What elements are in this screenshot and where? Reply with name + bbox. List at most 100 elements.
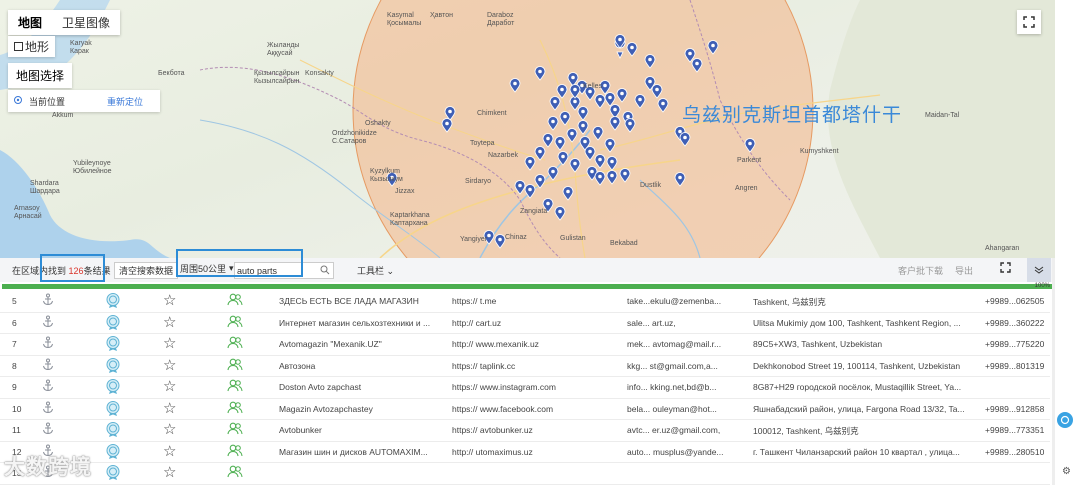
location-pin[interactable] — [619, 168, 631, 183]
relocate-link[interactable]: 重新定位 — [107, 95, 143, 108]
location-pin[interactable] — [594, 171, 606, 186]
website-link[interactable]: http:// www.mexanik.uz — [452, 339, 607, 349]
location-pin[interactable] — [609, 104, 621, 119]
company-name[interactable]: Doston Avto zapchast — [279, 382, 439, 392]
location-pin[interactable] — [691, 58, 703, 73]
anchor-icon[interactable] — [42, 336, 54, 352]
badge-icon[interactable] — [106, 293, 120, 310]
users-icon[interactable] — [227, 358, 243, 373]
location-pin[interactable] — [559, 111, 571, 126]
table-row[interactable]: 7 Avtomagazin "Mexanik.UZ" http:// www.mex… — [0, 334, 1050, 356]
table-row[interactable]: 6 Интернет магазин сельхозтехники и ... ht… — [0, 313, 1050, 334]
export-button[interactable]: 导出 — [955, 264, 973, 277]
users-icon[interactable] — [227, 444, 243, 459]
customer-download-button[interactable]: 客户批下载 — [898, 264, 943, 277]
company-name[interactable]: Интернет магазин сельхозтехники и ... — [279, 318, 439, 328]
collapse-button[interactable] — [1027, 258, 1051, 282]
badge-icon[interactable] — [106, 357, 120, 375]
website-link[interactable]: http:// cart.uz — [452, 318, 607, 328]
location-pin[interactable] — [554, 206, 566, 221]
star-icon[interactable]: ☆ — [163, 442, 176, 460]
location-pin[interactable] — [651, 84, 663, 99]
tools-dropdown[interactable]: 工具栏 ⌄ — [357, 264, 394, 277]
location-pin[interactable] — [524, 156, 536, 171]
location-pin[interactable] — [534, 146, 546, 161]
anchor-icon[interactable] — [42, 293, 54, 309]
star-icon[interactable]: ☆ — [163, 420, 176, 438]
location-pin[interactable] — [679, 132, 691, 147]
tab-map[interactable]: 地图 — [8, 10, 52, 35]
location-pin[interactable] — [626, 42, 638, 57]
clear-search-button[interactable]: 清空搜索数据 — [114, 262, 179, 279]
location-pin[interactable] — [549, 96, 561, 111]
star-icon[interactable]: ☆ — [163, 463, 176, 481]
location-pin[interactable] — [509, 78, 521, 93]
scrollbar[interactable] — [1052, 258, 1055, 485]
users-icon[interactable] — [227, 465, 243, 480]
location-pin[interactable] — [616, 88, 628, 103]
website-link[interactable]: https:// taplink.cc — [452, 361, 607, 371]
location-pin[interactable] — [577, 106, 589, 121]
location-pin[interactable] — [494, 234, 506, 249]
location-pin[interactable] — [609, 116, 621, 131]
location-pin[interactable] — [554, 136, 566, 151]
company-name[interactable]: ЗДЕСЬ ЕСТЬ ВСЕ ЛАДА МАГАЗИН — [279, 296, 439, 306]
star-icon[interactable]: ☆ — [163, 313, 176, 331]
location-pin[interactable] — [604, 138, 616, 153]
location-pin[interactable] — [534, 174, 546, 189]
table-row[interactable]: 8 Автозона https:// taplink.cc kkg... st@gm… — [0, 356, 1050, 377]
badge-icon[interactable] — [106, 336, 120, 353]
users-icon[interactable] — [227, 293, 243, 308]
chat-icon[interactable] — [1057, 412, 1073, 428]
badge-icon[interactable] — [106, 400, 120, 418]
location-pin[interactable] — [556, 84, 568, 99]
location-pin[interactable] — [657, 98, 669, 113]
anchor-icon[interactable] — [42, 401, 54, 417]
table-row[interactable]: 13 ☆ — [0, 463, 1050, 485]
star-icon[interactable]: ☆ — [163, 356, 176, 374]
location-pin[interactable] — [569, 158, 581, 173]
star-icon[interactable]: ☆ — [163, 377, 176, 395]
location-pin[interactable] — [594, 154, 606, 169]
terrain-checkbox[interactable] — [14, 42, 23, 51]
star-icon[interactable]: ☆ — [163, 334, 176, 352]
tab-satellite[interactable]: 卫星图像 — [52, 10, 120, 35]
location-pin[interactable] — [562, 186, 574, 201]
company-name[interactable]: Автозона — [279, 361, 439, 371]
users-icon[interactable] — [227, 315, 243, 330]
location-pin[interactable] — [674, 172, 686, 187]
table-row[interactable]: 10 Magazin Avtozapchastey https:// www.fac… — [0, 399, 1050, 420]
company-name[interactable]: Magazin Avtozapchastey — [279, 404, 439, 414]
location-pin[interactable] — [604, 92, 616, 107]
anchor-icon[interactable] — [42, 358, 54, 374]
terrain-toggle[interactable]: 地形 — [8, 36, 56, 57]
star-icon[interactable]: ☆ — [163, 399, 176, 417]
users-icon[interactable] — [227, 401, 243, 416]
location-pin[interactable] — [592, 126, 604, 141]
website-link[interactable]: https:// www.instagram.com — [452, 382, 607, 392]
website-link[interactable]: https:// www.facebook.com — [452, 404, 607, 414]
table-row[interactable]: 11 Avtobunker https:// avtobunker.uz avtc..… — [0, 420, 1050, 442]
badge-icon[interactable] — [106, 379, 120, 396]
fullscreen-button[interactable] — [1017, 10, 1041, 34]
location-pin[interactable] — [547, 166, 559, 181]
badge-icon[interactable] — [106, 443, 120, 461]
anchor-icon[interactable] — [42, 379, 54, 395]
location-pin[interactable] — [707, 40, 719, 55]
search-icon[interactable] — [320, 265, 330, 278]
company-name[interactable]: Магазин шин и дисков AUTOMAXIM... — [279, 447, 439, 457]
location-pin[interactable] — [569, 84, 581, 99]
location-pin[interactable] — [514, 180, 526, 195]
location-pin[interactable] — [557, 151, 569, 166]
badge-icon[interactable] — [106, 465, 120, 482]
location-pin[interactable] — [594, 94, 606, 109]
website-link[interactable]: https:// t.me — [452, 296, 607, 306]
anchor-icon[interactable] — [42, 315, 54, 331]
website-link[interactable]: https:// avtobunker.uz — [452, 425, 607, 435]
expand-icon[interactable] — [1000, 262, 1011, 276]
badge-icon[interactable] — [106, 422, 120, 439]
users-icon[interactable] — [227, 422, 243, 437]
table-row[interactable]: 12 Магазин шин и дисков AUTOMAXIM... http:… — [0, 442, 1050, 463]
location-pin[interactable] — [606, 156, 618, 171]
company-name[interactable]: Avtomagazin "Mexanik.UZ" — [279, 339, 439, 349]
